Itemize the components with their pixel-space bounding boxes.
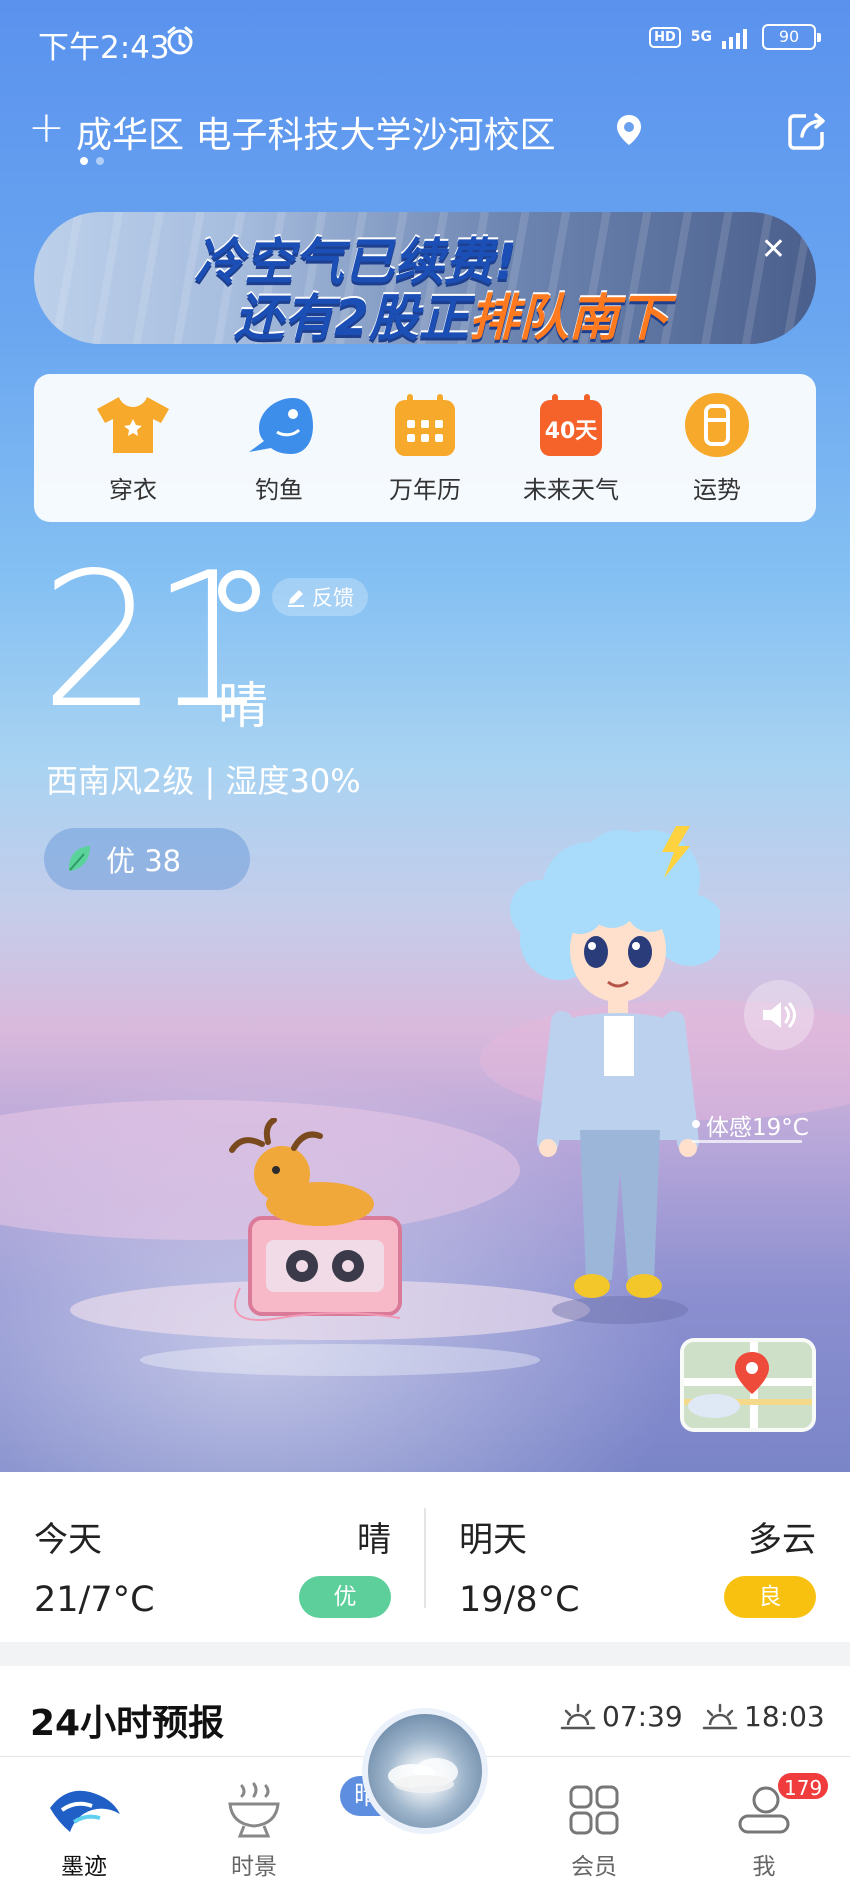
quick-action-fortune[interactable]: 运势 xyxy=(662,392,772,505)
aqi-value: 优 38 xyxy=(106,844,182,878)
tab-member[interactable]: 会员 xyxy=(544,1779,644,1881)
scenery-icon xyxy=(228,1782,280,1838)
day-condition: 晴 xyxy=(357,1520,391,1560)
day-condition: 多云 xyxy=(748,1520,816,1560)
feels-like-marker xyxy=(692,1120,700,1128)
day-temp-range: 19/8°C xyxy=(459,1580,580,1620)
add-city-button[interactable]: + xyxy=(28,100,65,156)
day-aqi-badge: 良 xyxy=(724,1576,816,1618)
calendar-icon xyxy=(395,394,455,456)
weather-map-button[interactable] xyxy=(680,1338,816,1432)
notification-badge: 179 xyxy=(776,1771,831,1801)
tab-label: 我 xyxy=(752,1854,776,1880)
tab-scenery[interactable]: 时景 xyxy=(204,1779,304,1881)
quick-action-forecast[interactable]: 40天 未来天气 xyxy=(516,392,626,505)
speaker-icon xyxy=(763,1002,796,1028)
status-time: 下午2:43 xyxy=(38,30,170,66)
quick-action-calendar[interactable]: 万年历 xyxy=(370,392,480,505)
sunset-icon xyxy=(702,1703,738,1729)
sound-button[interactable] xyxy=(744,980,814,1050)
banner-line-2: 还有2股正排队南下 xyxy=(234,289,669,344)
day-tomorrow[interactable]: 明天 多云 19/8°C 良 xyxy=(425,1472,850,1642)
page-dot xyxy=(96,157,104,165)
day-temp-range: 21/7°C xyxy=(34,1580,155,1620)
quick-action-label: 未来天气 xyxy=(523,476,619,504)
network-label: 5G xyxy=(690,28,712,45)
wind-humidity: 西南风2级 | 湿度30% xyxy=(46,762,361,800)
alarm-icon xyxy=(167,26,193,55)
member-grid-icon xyxy=(569,1785,619,1835)
quick-actions-panel: 穿衣 钓鱼 万年历 40天 未来天气 运势 xyxy=(34,374,816,522)
leaf-icon xyxy=(68,846,90,871)
quick-action-label: 钓鱼 xyxy=(255,476,303,504)
status-bar: 下午2:43 HD 5G 90 xyxy=(0,0,850,80)
feels-like: 体感19°C xyxy=(706,1115,809,1141)
quick-action-label: 穿衣 xyxy=(109,476,157,504)
mascot-radio-illustration xyxy=(229,1118,402,1321)
degree-symbol xyxy=(218,570,260,612)
hourly-title: 24小时预报 xyxy=(30,1703,225,1744)
quick-action-label: 万年历 xyxy=(389,476,461,504)
pencil-icon xyxy=(288,590,304,607)
page-dot xyxy=(80,157,88,165)
sunset: 18:03 xyxy=(702,1700,825,1733)
close-icon[interactable]: ✕ xyxy=(761,232,786,267)
page-indicator xyxy=(80,157,104,165)
avatar-character xyxy=(510,826,720,1324)
sunset-time: 18:03 xyxy=(744,1700,825,1733)
tab-profile[interactable]: 179 我 xyxy=(714,1771,831,1881)
moji-logo-icon xyxy=(50,1790,120,1832)
promo-banner[interactable]: 冷空气已续费! 还有2股正排队南下 ✕ xyxy=(34,212,816,344)
map-pin-icon xyxy=(684,1342,812,1428)
feedback-label: 反馈 xyxy=(312,586,354,610)
sunrise: 07:39 xyxy=(560,1700,683,1733)
location-pin-icon xyxy=(617,115,641,145)
day-today[interactable]: 今天 晴 21/7°C 优 xyxy=(0,1472,425,1642)
center-weather-button[interactable] xyxy=(362,1708,488,1834)
fish-icon xyxy=(249,398,313,454)
tab-label: 墨迹 xyxy=(61,1854,107,1880)
tshirt-icon xyxy=(97,397,169,453)
fortune-icon xyxy=(685,393,749,457)
cloud-sky-icon xyxy=(388,1758,458,1793)
hd-icon: HD xyxy=(649,26,681,48)
quick-action-fishing[interactable]: 钓鱼 xyxy=(224,392,334,505)
sunrise-time: 07:39 xyxy=(602,1700,683,1733)
sunrise-icon xyxy=(560,1703,596,1729)
day-name: 今天 xyxy=(34,1520,102,1560)
tab-label: 会员 xyxy=(571,1854,617,1880)
feedback-button[interactable]: 反馈 xyxy=(272,578,368,616)
location-name[interactable]: 成华区 电子科技大学沙河校区 xyxy=(76,106,555,158)
tab-moji[interactable]: 墨迹 xyxy=(34,1779,134,1881)
weather-hero: 下午2:43 HD 5G 90 + 成华区 电子科技大学沙河校区 冷空气已续费!… xyxy=(0,0,850,1472)
day-name: 明天 xyxy=(459,1520,527,1560)
location-row: + 成华区 电子科技大学沙河校区 xyxy=(28,100,828,160)
battery-icon: 90 xyxy=(762,24,821,50)
day-aqi-badge: 优 xyxy=(299,1576,391,1618)
feels-like-line xyxy=(692,1140,802,1143)
daily-summary-card: 今天 晴 21/7°C 优 明天 多云 19/8°C 良 xyxy=(0,1472,850,1642)
signal-icon xyxy=(722,29,747,49)
aqi-pill[interactable]: 优 38 xyxy=(44,828,250,890)
quick-action-label: 运势 xyxy=(693,476,741,504)
current-condition: 晴 xyxy=(218,677,268,735)
share-icon[interactable] xyxy=(786,110,828,152)
forecast-icon-text: 40天 xyxy=(545,419,599,444)
forecast-40-days-icon: 40天 xyxy=(540,394,602,456)
quick-action-clothing[interactable]: 穿衣 xyxy=(78,392,188,505)
tab-label: 时景 xyxy=(231,1854,277,1880)
